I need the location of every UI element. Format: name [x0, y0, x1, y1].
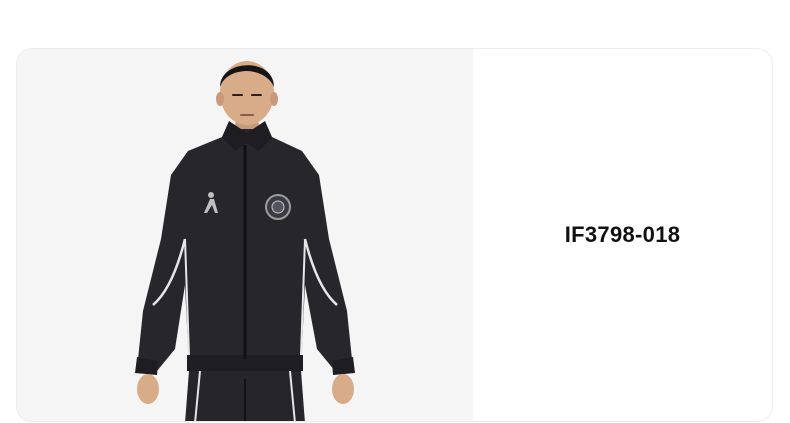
product-image[interactable] [17, 49, 473, 421]
product-card[interactable]: IF3798-018 [16, 48, 773, 422]
product-photo-jacket [135, 61, 355, 421]
product-info: IF3798-018 [473, 49, 772, 421]
product-code: IF3798-018 [564, 222, 681, 247]
